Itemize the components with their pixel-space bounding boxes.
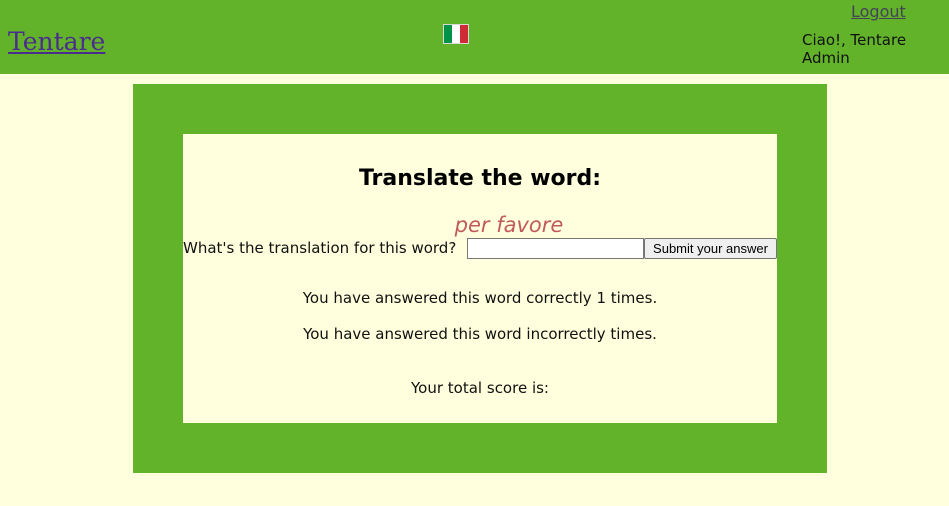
- target-word: per favore: [454, 213, 564, 237]
- quiz-frame: Translate the word: per favore What's th…: [133, 84, 827, 473]
- incorrect-count-text: You have answered this word incorrectly …: [303, 325, 657, 343]
- logout-link[interactable]: Logout: [851, 2, 906, 22]
- quiz-card: Translate the word: per favore What's th…: [183, 134, 777, 423]
- answer-input[interactable]: [467, 238, 644, 259]
- brand-link[interactable]: Tentare: [8, 27, 105, 57]
- greeting-text: Ciao!, Tentare Admin: [802, 31, 907, 67]
- quiz-title: Translate the word:: [358, 166, 602, 191]
- submit-answer-button[interactable]: Submit your answer: [644, 238, 777, 259]
- correct-count-text: You have answered this word correctly 1 …: [302, 289, 658, 307]
- top-header: Tentare Logout Ciao!, Tentare Admin: [0, 0, 949, 74]
- italy-flag-icon: [443, 24, 469, 44]
- total-score-text: Your total score is:: [411, 379, 549, 397]
- question-label: What's the translation for this word?: [183, 239, 457, 257]
